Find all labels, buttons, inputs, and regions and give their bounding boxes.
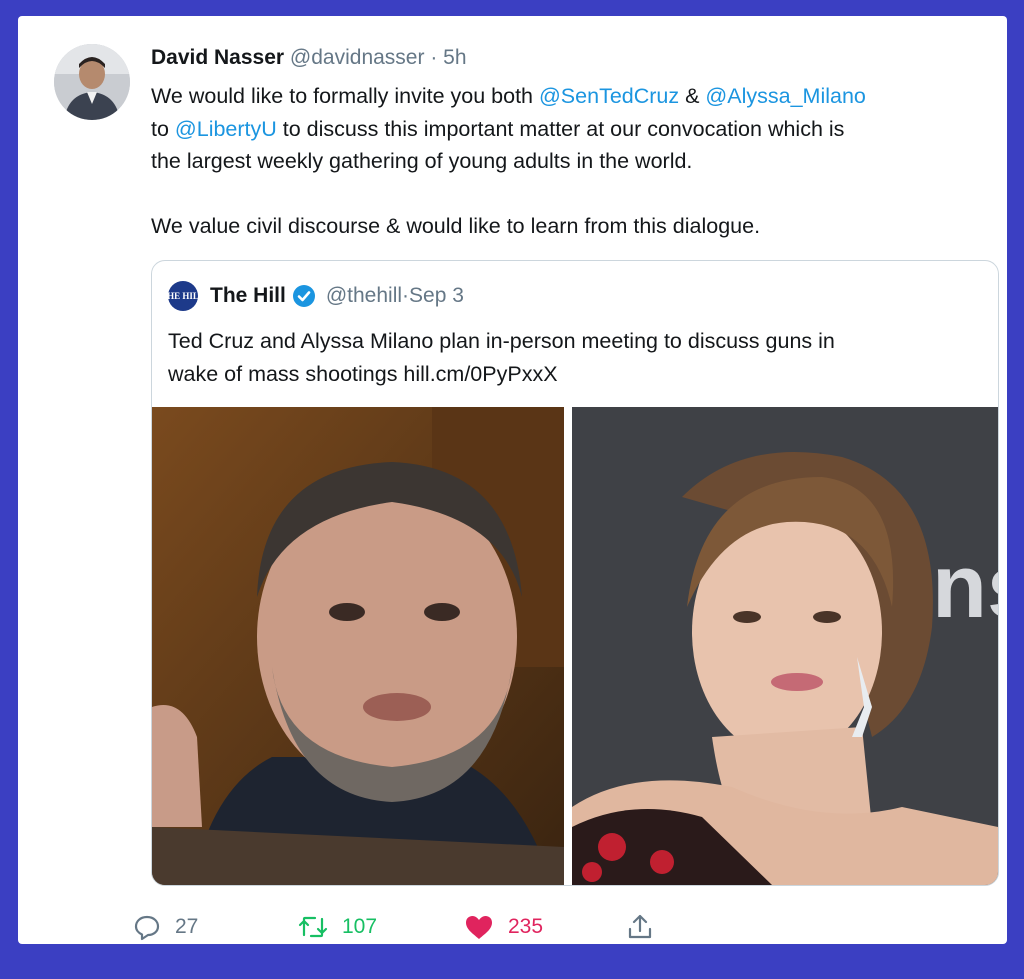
tweet-time[interactable]: 5h: [443, 46, 466, 69]
reply-button[interactable]: 27: [133, 913, 198, 941]
woman-portrait-image: ns: [572, 407, 998, 885]
quoted-separator: ·: [402, 284, 410, 307]
avatar[interactable]: [54, 44, 130, 120]
quoted-author-handle: @thehill: [325, 284, 403, 307]
tweet-text: to: [151, 116, 175, 141]
mention-sentedcruz[interactable]: @SenTedCruz: [539, 84, 679, 108]
man-portrait-image: [152, 407, 564, 885]
mention-alyssa-milano[interactable]: @Alyssa_Milano: [705, 84, 865, 108]
logo-text: THE HILL: [161, 291, 205, 301]
header-separator: ·: [424, 46, 444, 69]
retweet-button[interactable]: 107: [298, 913, 377, 941]
the-hill-logo: THE HILL: [161, 281, 205, 311]
retweet-count: 107: [342, 915, 378, 938]
tweet-text: We value civil discourse & would like to…: [151, 214, 761, 238]
tweet-card: David Nasser @davidnasser · 5h We would …: [18, 16, 1007, 944]
reply-icon: [134, 915, 160, 941]
quoted-body: Ted Cruz and Alyssa Milano plan in-perso…: [168, 325, 978, 390]
share-button[interactable]: [626, 913, 668, 941]
author-handle[interactable]: @davidnasser: [290, 46, 425, 69]
quoted-author-name: The Hill: [210, 284, 286, 307]
reply-count: 27: [175, 915, 199, 938]
tweet-text: &: [679, 84, 706, 108]
photo-right[interactable]: ns: [572, 407, 998, 885]
retweet-icon: [298, 916, 328, 938]
quoted-date: Sep 3: [409, 284, 464, 307]
tweet-body: We would like to formally invite you bot…: [151, 80, 1001, 243]
background-sign-icon: ns: [932, 537, 998, 637]
author-name[interactable]: David Nasser: [151, 46, 284, 69]
tweet-text: to discuss this important matter at our …: [276, 116, 845, 141]
tweet-text: We would like to formally invite you bot…: [151, 84, 539, 108]
like-count: 235: [508, 915, 544, 938]
tweet-text: the largest weekly gathering of young ad…: [151, 149, 693, 173]
share-icon: [628, 914, 652, 939]
tweet-actions: 27 107 235: [18, 913, 1007, 947]
heart-icon: [466, 916, 492, 939]
quoted-header: THE HILL The Hill @thehill · Sep 3: [161, 281, 464, 311]
photo-left[interactable]: [152, 407, 564, 885]
tweet-header: David Nasser @davidnasser · 5h: [151, 46, 467, 70]
quoted-text: Ted Cruz and Alyssa Milano plan in-perso…: [168, 329, 835, 353]
avatar-image: [54, 44, 130, 120]
quoted-text: wake of mass shootings hill.cm/0PyPxxX: [168, 361, 558, 386]
verified-badge-icon: [292, 284, 316, 308]
like-button[interactable]: 235: [464, 913, 543, 941]
quoted-tweet[interactable]: THE HILL The Hill @thehill · Sep 3 Ted C…: [151, 260, 999, 886]
mention-libertyu[interactable]: @LibertyU: [175, 117, 277, 141]
